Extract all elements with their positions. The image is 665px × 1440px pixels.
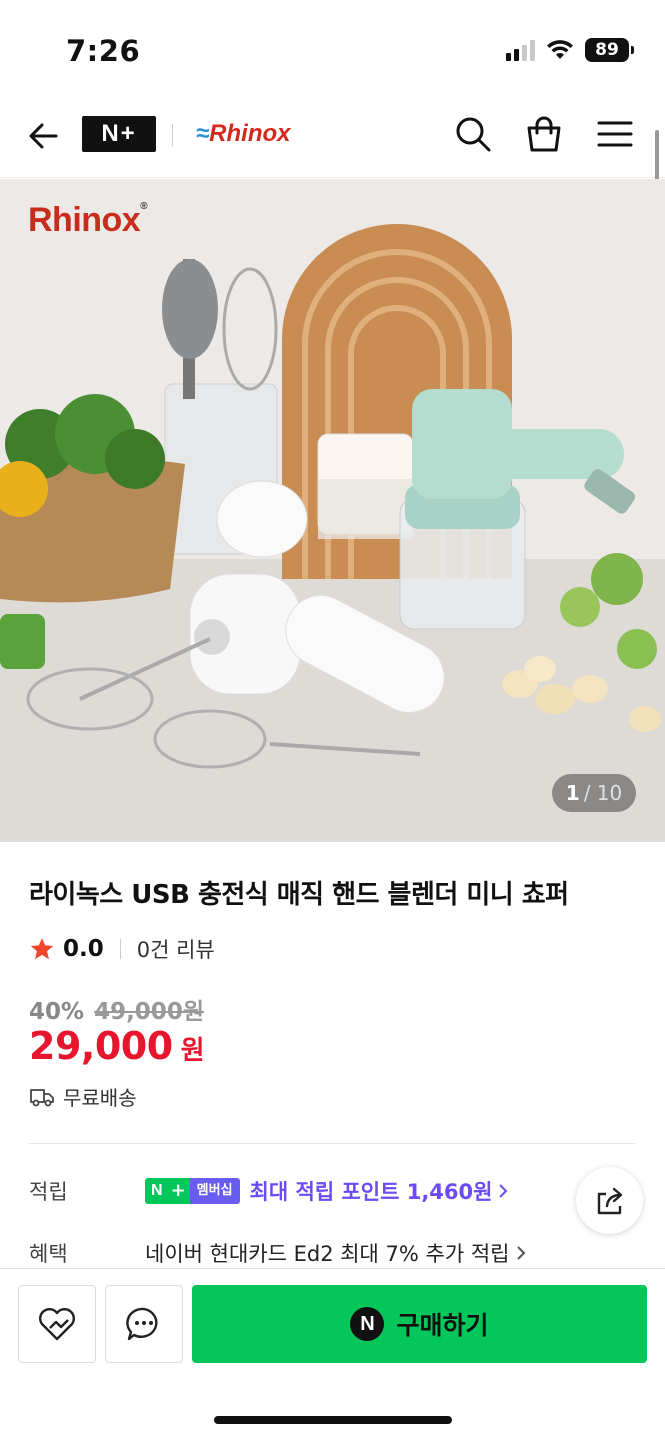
talk-chat-button[interactable] <box>105 1285 183 1363</box>
section-divider <box>29 1143 635 1144</box>
hero-brand-text: Rhinox <box>28 201 141 239</box>
cellular-signal-icon <box>506 39 535 61</box>
product-image-carousel[interactable]: Rhinox® 1 / 10 <box>0 179 665 842</box>
benefit-text[interactable]: 네이버 현대카드 Ed2 최대 7% 추가 적립 <box>145 1238 510 1268</box>
membership-text: 멤버십 <box>189 1178 240 1204</box>
top-nav: N+ ≈ Rhinox <box>0 100 665 178</box>
image-counter-current: 1 <box>565 781 580 805</box>
product-photo <box>0 224 665 842</box>
status-icons: 89 <box>506 38 634 62</box>
battery-icon: 89 <box>585 38 634 62</box>
chevron-right-icon <box>499 1184 508 1198</box>
share-icon <box>597 1187 622 1214</box>
home-indicator[interactable] <box>214 1416 452 1424</box>
naver-pay-icon: N <box>350 1307 385 1341</box>
nplus-store-logo[interactable]: N+ <box>82 116 156 152</box>
points-label: 적립 <box>29 1180 68 1204</box>
membership-badge: N + 멤버십 <box>145 1178 240 1204</box>
shipping-text: 무료배송 <box>63 1086 137 1110</box>
back-arrow-icon[interactable] <box>24 116 64 156</box>
original-price: 49,000원 <box>94 999 204 1025</box>
image-counter: 1 / 10 <box>552 774 636 812</box>
benefit-row[interactable]: 혜택 네이버 현대카드 Ed2 최대 7% 추가 적립 <box>29 1238 526 1268</box>
price-value: 29,000 <box>29 1024 173 1068</box>
rating-row[interactable]: 0.0 0건 리뷰 <box>29 934 215 964</box>
share-button[interactable] <box>576 1167 643 1234</box>
price-unit: 원 <box>180 1036 205 1066</box>
shopping-bag-icon[interactable] <box>524 114 564 154</box>
membership-plus: + <box>168 1178 190 1204</box>
chat-bubble-icon <box>126 1307 158 1341</box>
sale-price: 29,000 원 <box>29 1024 205 1068</box>
status-bar: 7:26 89 <box>0 0 665 100</box>
wishlist-button[interactable] <box>18 1285 96 1363</box>
discount-rate: 40% <box>29 999 85 1025</box>
chevron-right-icon <box>516 1246 525 1260</box>
points-row[interactable]: 적립 N + 멤버십 최대 적립 포인트 1,460원 <box>29 1176 508 1206</box>
image-counter-total: / 10 <box>583 781 623 805</box>
status-time: 7:26 <box>66 34 141 68</box>
search-icon[interactable] <box>453 114 493 154</box>
brand-logo-text: Rhinox <box>209 120 291 147</box>
product-title: 라이녹스 USB 충전식 매직 핸드 블렌더 미니 쵸퍼 <box>29 880 569 910</box>
buy-button-label: 구매하기 <box>396 1311 489 1340</box>
benefit-label: 혜택 <box>29 1242 68 1266</box>
shipping-info: 무료배송 <box>29 1082 137 1111</box>
bottom-action-bar: N 구매하기 <box>0 1268 665 1440</box>
max-points-text[interactable]: 최대 적립 포인트 1,460원 <box>250 1176 493 1206</box>
battery-level: 89 <box>595 40 619 60</box>
membership-n: N <box>145 1178 169 1204</box>
hamburger-menu-icon[interactable] <box>595 114 635 154</box>
review-count[interactable]: 0건 리뷰 <box>137 934 215 964</box>
brand-store-logo[interactable]: ≈ Rhinox <box>196 116 291 152</box>
wifi-icon <box>547 40 573 59</box>
rating-value: 0.0 <box>63 936 104 962</box>
header-divider <box>172 124 173 146</box>
truck-icon <box>30 1088 54 1106</box>
heart-icon <box>39 1308 75 1341</box>
discount-row: 40% 49,000원 <box>29 992 204 1026</box>
hero-brand-logo: Rhinox® <box>28 201 148 239</box>
star-icon <box>30 937 54 960</box>
buy-button[interactable]: N 구매하기 <box>192 1285 647 1363</box>
rating-divider <box>119 939 121 959</box>
